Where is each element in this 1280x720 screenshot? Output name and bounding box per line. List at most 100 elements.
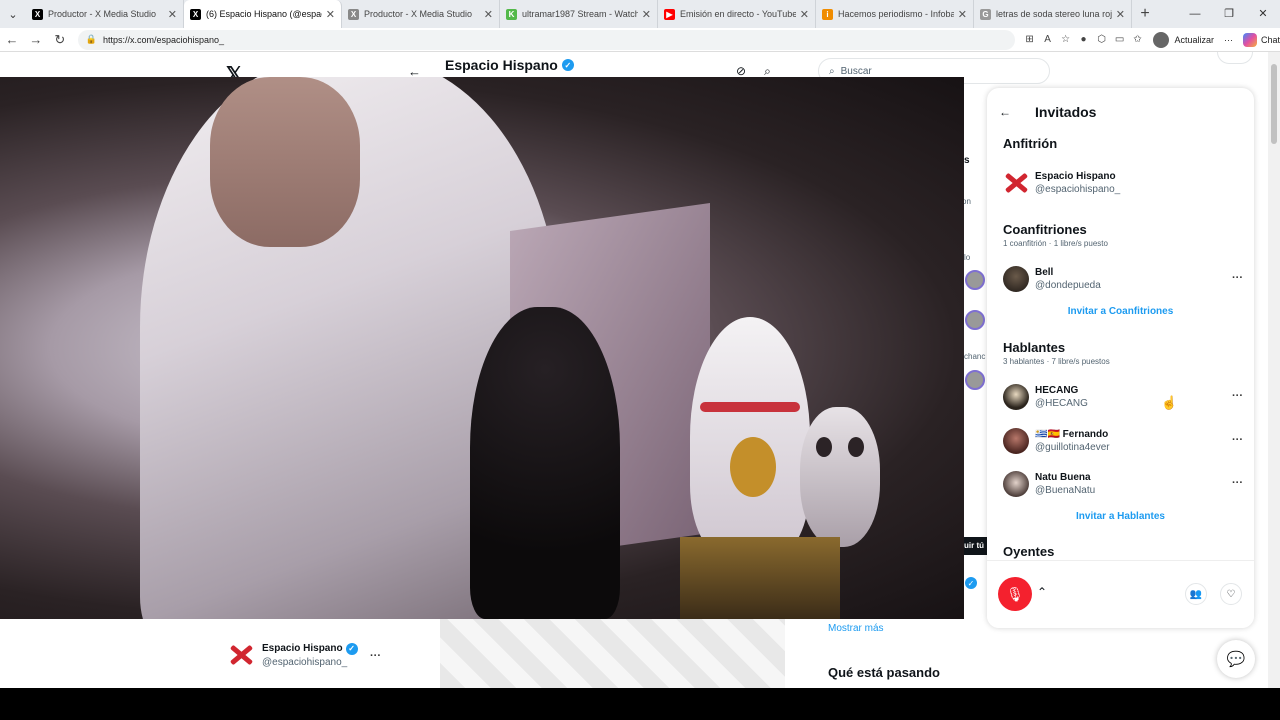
more-options-icon[interactable]: ··· bbox=[1232, 477, 1243, 489]
apps-icon[interactable]: ⊞ bbox=[1021, 34, 1039, 45]
cohost-handle: @dondepueda bbox=[1035, 280, 1101, 291]
address-bar-row: ← → ↻ 🔒 https://x.com/espaciohispano_ ⊞ … bbox=[0, 28, 1280, 52]
favorite-star-icon[interactable]: ☆ bbox=[1057, 34, 1075, 45]
video-black-figure-shape bbox=[470, 307, 620, 619]
sidebar-avatar[interactable] bbox=[965, 270, 985, 290]
guests-panel-header: ← Invitados bbox=[987, 88, 1254, 136]
video-skull-shape bbox=[800, 407, 880, 547]
corner-button[interactable] bbox=[1217, 52, 1253, 64]
people-icon[interactable]: 👥 bbox=[1185, 583, 1207, 605]
chat-button[interactable]: Chat bbox=[1261, 35, 1280, 45]
host-name: Espacio Hispano ✓ bbox=[262, 642, 358, 655]
tab-title: Productor - X Media Studio bbox=[364, 9, 473, 19]
host-item[interactable]: Espacio Hispano @espaciohispano_ bbox=[1003, 168, 1243, 198]
messages-icon[interactable]: 💬 bbox=[1217, 640, 1255, 678]
tab-5[interactable]: ▶ Emisión en directo - YouTube Stu ✕ bbox=[658, 0, 816, 28]
close-tab-icon[interactable]: ✕ bbox=[958, 8, 967, 21]
cohost-name: Bell bbox=[1035, 267, 1054, 278]
sidebar-avatar[interactable] bbox=[965, 370, 985, 390]
scrollbar-thumb[interactable] bbox=[1271, 64, 1277, 144]
tab-1[interactable]: X Productor - X Media Studio ✕ bbox=[26, 0, 184, 28]
tab-4[interactable]: K ultramar1987 Stream - Watch Live ✕ bbox=[500, 0, 658, 28]
verified-badge-icon: ✓ bbox=[345, 642, 358, 655]
restore-icon[interactable]: ❐ bbox=[1212, 0, 1246, 28]
update-button[interactable]: Actualizar bbox=[1175, 35, 1215, 45]
video-skull-eye bbox=[816, 437, 832, 457]
guests-panel-title: Invitados bbox=[1035, 104, 1097, 120]
tab-6[interactable]: i Hacemos periodismo - Infobae ✕ bbox=[816, 0, 974, 28]
host-handle: @espaciohispano_ bbox=[1035, 184, 1121, 195]
page-scrollbar[interactable] bbox=[1268, 52, 1280, 688]
muted-microphone-icon[interactable]: 🎙 bbox=[998, 577, 1032, 611]
tab-3[interactable]: X Productor - X Media Studio ✕ bbox=[342, 0, 500, 28]
back-arrow-icon[interactable]: ← bbox=[999, 105, 1019, 119]
host-handle: @espaciohispano_ bbox=[262, 656, 348, 668]
infobae-favicon-icon: i bbox=[822, 8, 833, 20]
web-page: 𝕏 ← Espacio Hispano ✓ ⊘ ⌕ ⌕ Buscar s on … bbox=[0, 52, 1268, 688]
cohost-item[interactable]: Bell @dondepueda ··· bbox=[1003, 264, 1243, 294]
video-face-shape bbox=[210, 77, 360, 247]
verified-badge-icon: ✓ bbox=[561, 59, 574, 71]
new-tab-icon[interactable]: + bbox=[1132, 5, 1158, 23]
speakers-section-title: Hablantes bbox=[1003, 340, 1066, 355]
microphone-icon[interactable]: ● bbox=[1075, 34, 1093, 45]
url-text: https://x.com/espaciohispano_ bbox=[102, 34, 225, 45]
speaker-item[interactable]: Natu Buena @BuenaNatu ··· bbox=[1003, 469, 1243, 499]
more-options-icon[interactable]: ··· bbox=[1232, 390, 1243, 402]
kick-favicon-icon: K bbox=[506, 8, 517, 20]
media-thumbnail[interactable] bbox=[440, 619, 785, 688]
show-more-link[interactable]: Mostrar más bbox=[828, 623, 884, 634]
close-tab-icon[interactable]: ✕ bbox=[326, 8, 335, 21]
invite-cohosts-button[interactable]: Invitar a Coanfitriones bbox=[987, 306, 1254, 317]
sidebar-fragment: lo bbox=[964, 253, 971, 262]
more-menu-icon[interactable]: ··· bbox=[1224, 35, 1233, 45]
host-name-text: Espacio Hispano bbox=[262, 643, 343, 654]
favorites-icon[interactable]: ✩ bbox=[1129, 34, 1147, 45]
minimize-icon[interactable]: — bbox=[1178, 0, 1212, 28]
tab-title: (6) Espacio Hispano (@espac bbox=[206, 9, 322, 19]
read-aloud-icon[interactable]: A bbox=[1039, 34, 1057, 45]
window-controls: — ❐ ✕ bbox=[1178, 0, 1280, 28]
speaker-name: HECANG bbox=[1035, 385, 1079, 396]
sidebar-avatar[interactable] bbox=[965, 310, 985, 330]
chevron-up-icon[interactable]: ⌃ bbox=[1037, 585, 1047, 599]
avatar bbox=[1003, 266, 1029, 292]
host-more-icon[interactable]: ··· bbox=[370, 650, 381, 662]
close-tab-icon[interactable]: ✕ bbox=[168, 8, 177, 21]
more-options-icon[interactable]: ··· bbox=[1232, 434, 1243, 446]
close-tab-icon[interactable]: ✕ bbox=[1116, 8, 1125, 21]
hand-cursor-icon: ☝ bbox=[1161, 395, 1178, 410]
heart-add-icon[interactable]: ♡ bbox=[1220, 583, 1242, 605]
tab-title: Productor - X Media Studio bbox=[48, 9, 157, 19]
x-favicon-icon: X bbox=[190, 8, 201, 20]
close-tab-icon[interactable]: ✕ bbox=[800, 8, 809, 21]
close-window-icon[interactable]: ✕ bbox=[1246, 0, 1280, 28]
extensions-icon[interactable]: ⬡ bbox=[1093, 34, 1111, 45]
reload-icon[interactable]: ↻ bbox=[48, 32, 72, 48]
speaker-item[interactable]: HECANG @HECANG ··· bbox=[1003, 382, 1243, 412]
split-screen-icon[interactable]: ▭ bbox=[1111, 34, 1129, 45]
close-tab-icon[interactable]: ✕ bbox=[484, 8, 493, 21]
copilot-icon[interactable] bbox=[1243, 32, 1257, 47]
search-icon: ⌕ bbox=[829, 65, 835, 77]
back-icon[interactable]: ← bbox=[0, 32, 24, 47]
more-options-icon[interactable]: ··· bbox=[1232, 272, 1243, 284]
profile-avatar[interactable] bbox=[1152, 31, 1169, 48]
space-video[interactable] bbox=[0, 77, 964, 619]
url-field[interactable]: 🔒 https://x.com/espaciohispano_ bbox=[77, 29, 1015, 50]
tab-actions-icon[interactable]: ⌄ bbox=[0, 0, 26, 28]
tab-2-active[interactable]: X (6) Espacio Hispano (@espac ✕ bbox=[184, 0, 342, 28]
tab-7[interactable]: G letras de soda stereo luna roja - B ✕ bbox=[974, 0, 1132, 28]
sidebar-follow-button[interactable]: uir tú bbox=[964, 537, 988, 555]
espacio-hispano-logo-icon bbox=[228, 642, 254, 668]
invite-speakers-button[interactable]: Invitar a Hablantes bbox=[987, 511, 1254, 522]
avatar bbox=[1003, 428, 1029, 454]
speaker-item[interactable]: 🇺🇾🇪🇸 Fernando @guillotina4ever ··· bbox=[1003, 426, 1243, 456]
forward-icon[interactable]: → bbox=[24, 32, 48, 47]
tab-title: letras de soda stereo luna roja - B bbox=[996, 9, 1112, 19]
speaker-handle: @BuenaNatu bbox=[1035, 485, 1096, 496]
sidebar-fragment: s bbox=[964, 155, 970, 166]
host-card[interactable]: Espacio Hispano ✓ @espaciohispano_ bbox=[228, 642, 358, 668]
close-tab-icon[interactable]: ✕ bbox=[642, 8, 651, 21]
sidebar-button-text: uir tú bbox=[964, 541, 984, 550]
